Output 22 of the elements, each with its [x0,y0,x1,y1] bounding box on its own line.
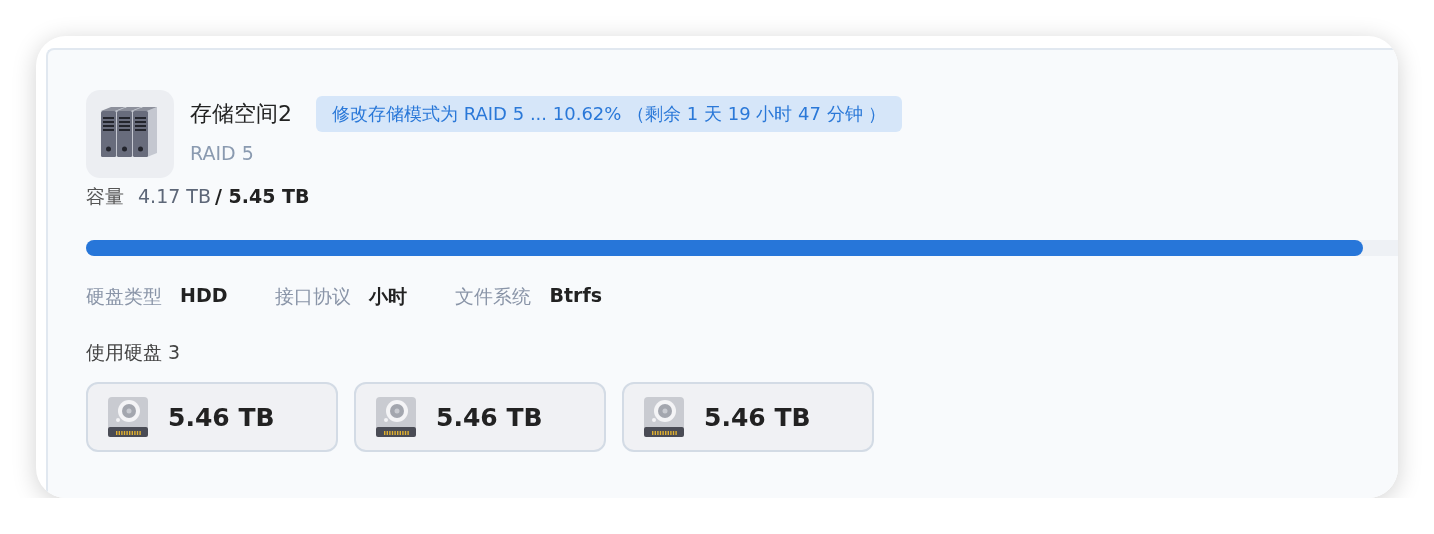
disk-size: 5.46 TB [168,402,275,432]
total-capacity: / 5.45 TB [215,185,310,207]
task-progress-badge: 修改存储模式为 RAID 5 ... 10.62% （剩余 1 天 19 小时 47 分钟 ） [316,96,903,132]
spec-value: HDD [180,284,228,308]
disk-card[interactable]: 5.46 TB [354,382,606,452]
spec-label: 硬盘类型 [86,284,162,309]
storage-name: 存储空间2 [190,100,292,128]
used-capacity: 4.17 TB [138,185,211,207]
spec-label: 接口协议 [275,284,352,309]
spec-label: 文件系统 [455,284,532,309]
hard-drive-icon [374,396,418,438]
disk-size: 5.46 TB [436,402,543,432]
capacity-label: 容量 [86,184,124,209]
disk-size: 5.46 TB [704,402,811,432]
hard-drive-icon [106,396,150,438]
disk-card[interactable]: 5.46 TB [622,382,874,452]
disks-label: 使用硬盘 3 [86,340,182,365]
raid-level: RAID 5 [190,142,255,164]
disk-card[interactable]: 5.46 TB [86,382,338,452]
spec-value: 小时 [369,284,408,309]
hard-drive-icon [642,396,686,438]
spec-value: Btrfs [549,284,602,308]
